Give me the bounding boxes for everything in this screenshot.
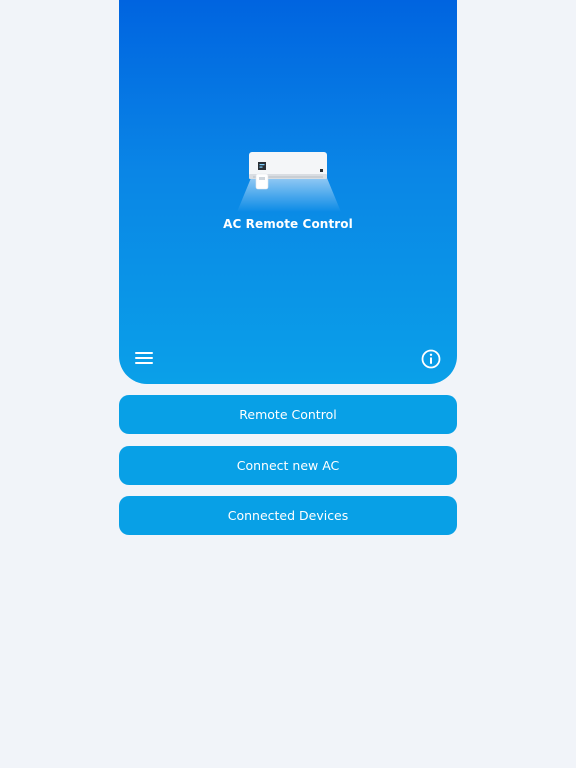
connect-new-ac-button[interactable]: Connect new AC: [119, 446, 457, 485]
hamburger-menu-icon: [135, 352, 153, 364]
hero-header: AC Remote Control: [119, 0, 457, 384]
air-conditioner-illustration: [237, 152, 341, 212]
info-button[interactable]: [420, 348, 442, 370]
app-title: AC Remote Control: [223, 217, 353, 231]
app-screen: AC Remote Control Remote Control Connect…: [0, 0, 576, 768]
remote-control-button[interactable]: Remote Control: [119, 395, 457, 434]
info-circle-icon: [421, 349, 441, 369]
connected-devices-button[interactable]: Connected Devices: [119, 496, 457, 535]
menu-button[interactable]: [133, 347, 155, 369]
